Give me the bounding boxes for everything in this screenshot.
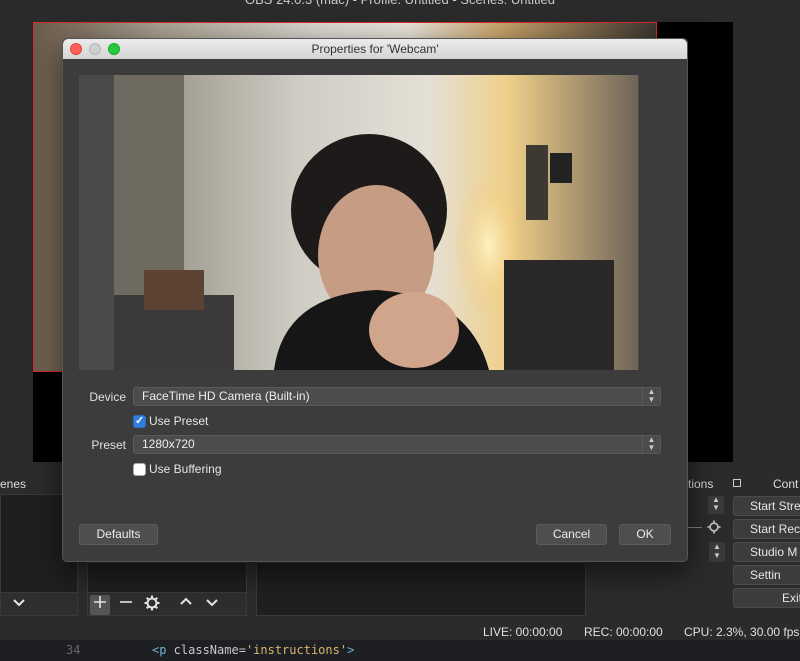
preset-value: 1280x720: [142, 437, 195, 451]
gear-icon[interactable]: [707, 520, 721, 539]
use-preset-checkbox[interactable]: ✓: [133, 415, 146, 428]
minus-icon[interactable]: [116, 595, 136, 615]
properties-dialog: Properties for 'Webcam' Device FaceTime …: [62, 38, 688, 562]
updown-arrows-icon: ▲ ▼: [642, 388, 660, 405]
use-preset-label[interactable]: Use Preset: [149, 414, 208, 428]
start-streaming-button[interactable]: Start Stre: [733, 496, 800, 516]
ok-button[interactable]: OK: [619, 524, 671, 545]
start-recording-button[interactable]: Start Reco: [733, 519, 800, 539]
exit-button[interactable]: Exit: [733, 588, 800, 608]
preset-label: Preset: [91, 438, 126, 452]
defaults-button[interactable]: Defaults: [79, 524, 158, 545]
code-string: 'instructions': [245, 643, 348, 657]
device-select[interactable]: FaceTime HD Camera (Built-in) ▲ ▼: [133, 387, 661, 406]
chevron-down-icon[interactable]: [9, 595, 29, 615]
sources-toolbar: [87, 592, 247, 616]
code-editor-strip: 34 <p className='instructions'>: [0, 640, 800, 661]
settings-button[interactable]: Settin: [733, 565, 800, 585]
code-tag-close: >: [347, 643, 355, 657]
cancel-button[interactable]: Cancel: [536, 524, 607, 545]
obs-main-window: OBS 24.0.3 (mac) - Profile: Untitled - S…: [0, 0, 800, 661]
transitions-dock-header: tions: [688, 477, 714, 491]
preset-select[interactable]: 1280x720 ▲ ▼: [133, 435, 661, 454]
sources-list[interactable]: [87, 562, 247, 594]
plus-icon[interactable]: [90, 595, 110, 615]
code-tag-open: <p: [152, 643, 167, 657]
transition-minus-icon[interactable]: —: [688, 518, 702, 534]
line-number: 34: [66, 643, 81, 657]
window-title: OBS 24.0.3 (mac) - Profile: Untitled - S…: [0, 0, 800, 8]
updown-arrows-icon: ▲ ▼: [642, 436, 660, 453]
rec-timer: REC: 00:00:00: [584, 625, 663, 639]
device-label: Device: [89, 390, 126, 404]
chevron-up-icon[interactable]: [176, 595, 196, 615]
device-value: FaceTime HD Camera (Built-in): [142, 389, 310, 403]
live-timer: LIVE: 00:00:00: [483, 625, 563, 639]
code-attr: className=: [166, 643, 246, 657]
studio-mode-button[interactable]: Studio M: [733, 542, 800, 562]
code-line: <p className='instructions'>: [152, 643, 354, 657]
chevron-down-icon[interactable]: [202, 595, 222, 615]
checkmark-icon: ✓: [135, 415, 145, 427]
webcam-frame-image: [114, 75, 638, 370]
dialog-titlebar[interactable]: Properties for 'Webcam': [63, 39, 687, 59]
cpu-fps: CPU: 2.3%, 30.00 fps: [684, 625, 800, 639]
use-buffering-checkbox[interactable]: [133, 463, 146, 476]
use-buffering-label[interactable]: Use Buffering: [149, 462, 222, 476]
webcam-preview: [114, 75, 638, 370]
audio-mixer: [256, 562, 586, 616]
dialog-title: Properties for 'Webcam': [311, 42, 439, 56]
scenes-toolbar: [0, 592, 78, 616]
controls-dock-header: Cont: [773, 477, 799, 491]
duration-updown-icon[interactable]: ▲ ▼: [709, 542, 725, 562]
transition-updown-icon[interactable]: ▲ ▼: [708, 496, 724, 514]
gear-icon[interactable]: [142, 595, 162, 615]
